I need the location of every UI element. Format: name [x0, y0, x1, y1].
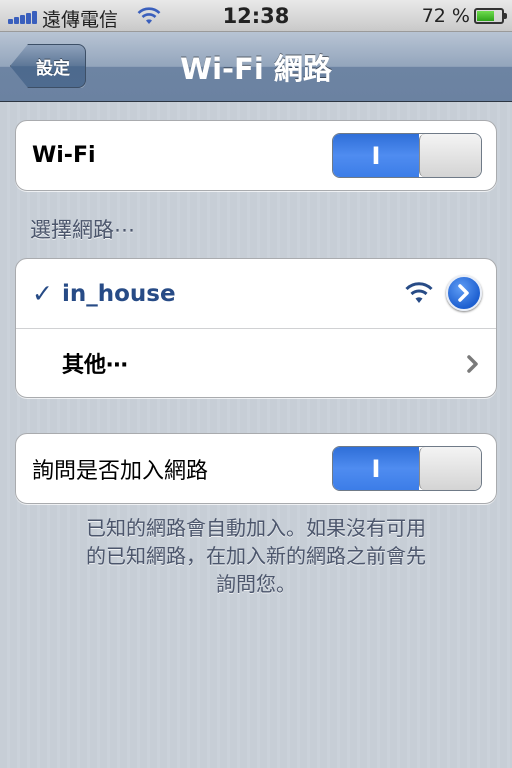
network-name: in_house	[62, 280, 176, 307]
toggle-knob	[419, 134, 481, 177]
wifi-row: Wi-Fi I	[16, 121, 496, 190]
page-title: Wi-Fi 網路	[180, 52, 332, 86]
other-network-label: 其他⋯	[62, 353, 129, 378]
ask-join-label: 詢問是否加入網路	[32, 458, 209, 484]
ask-join-row: 詢問是否加入網路 I	[16, 434, 496, 503]
wifi-strength-icon	[405, 282, 433, 303]
toggle-knob	[419, 447, 481, 490]
chevron-right-icon	[467, 355, 478, 373]
choose-network-header: 選擇網路⋯	[30, 218, 135, 242]
detail-disclosure-button[interactable]	[446, 275, 482, 311]
network-row-in-house[interactable]: ✓ in_house	[16, 259, 496, 328]
wifi-toggle-switch[interactable]: I	[332, 133, 482, 178]
explanation-line-3: 詢問您。	[216, 572, 296, 596]
network-list-group: ✓ in_house 其他⋯	[15, 258, 497, 398]
wifi-toggle-group: Wi-Fi I	[15, 120, 497, 191]
network-row-other[interactable]: 其他⋯	[16, 328, 496, 397]
explanation-line-1: 已知的網路會自動加入。如果沒有可用	[86, 516, 426, 540]
status-bar: 遠傳電信 12:38 72 %	[0, 0, 512, 32]
chevron-right-icon	[458, 284, 469, 302]
back-button-label: 設定	[36, 58, 70, 79]
ask-join-explanation: 已知的網路會自動加入。如果沒有可用 的已知網路，在加入新的網路之前會先 詢問您。	[30, 514, 482, 598]
ask-join-toggle-switch[interactable]: I	[332, 446, 482, 491]
back-button-settings[interactable]: 設定	[10, 44, 86, 88]
toggle-on-label: I	[333, 447, 419, 490]
battery-fill	[477, 11, 495, 21]
ask-join-group: 詢問是否加入網路 I	[15, 433, 497, 504]
explanation-line-2: 的已知網路，在加入新的網路之前會先	[86, 544, 426, 568]
checkmark-icon: ✓	[32, 279, 53, 308]
battery-percent: 72 %	[421, 5, 470, 27]
toggle-on-label: I	[333, 134, 419, 177]
navigation-bar: 設定 Wi-Fi 網路	[0, 32, 512, 102]
wifi-label: Wi-Fi	[32, 143, 96, 168]
battery-icon	[474, 8, 507, 24]
